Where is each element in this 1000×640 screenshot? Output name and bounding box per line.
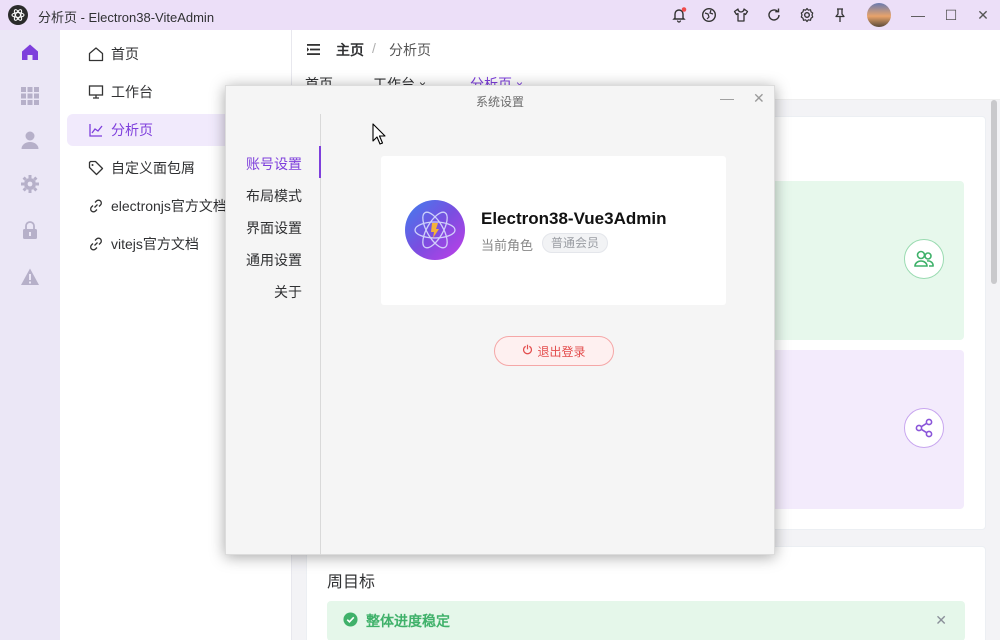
user-icon[interactable]	[19, 129, 41, 151]
home-icon[interactable]	[19, 41, 41, 63]
dialog-title: 系统设置	[226, 93, 774, 110]
close-button[interactable]: ✕	[973, 5, 993, 25]
icon-rail	[0, 30, 60, 640]
profile-name: Electron38-Vue3Admin	[481, 209, 666, 229]
top-bar: 主页 / 分析页	[292, 30, 1000, 66]
shirt-icon[interactable]	[732, 6, 750, 24]
menu-item-label: 自定义面包屑	[111, 158, 195, 178]
alert-close-icon[interactable]: ✕	[935, 612, 947, 629]
gear-icon[interactable]	[798, 6, 816, 24]
breadcrumb-current: 分析页	[389, 40, 431, 60]
alert-text: 整体进度稳定	[366, 611, 450, 631]
scrollbar[interactable]	[991, 100, 997, 284]
menu-toggle-icon[interactable]	[307, 42, 320, 58]
dialog-minimize-button[interactable]: —	[720, 90, 734, 106]
menu-item-label: 首页	[111, 44, 139, 64]
dialog-nav-general[interactable]: 通用设置	[246, 250, 302, 270]
logout-button[interactable]: 退出登录	[494, 336, 614, 366]
check-circle-icon	[343, 612, 358, 630]
dialog-nav-layout[interactable]: 布局模式	[246, 186, 302, 206]
share-icon	[904, 408, 944, 448]
weekly-goal-title: 周目标	[327, 568, 375, 592]
dialog-nav-about[interactable]: 关于	[274, 282, 302, 302]
mouse-cursor-icon	[372, 123, 386, 148]
profile-avatar	[405, 200, 465, 260]
globe-icon[interactable]	[700, 6, 718, 24]
refresh-icon[interactable]	[765, 6, 783, 24]
home-icon	[87, 45, 105, 63]
title-bar: 分析页 - Electron38-ViteAdmin — ☐ ✕	[0, 0, 1000, 30]
profile-role-badge: 普通会员	[542, 233, 608, 253]
app-logo-icon	[8, 5, 28, 25]
breadcrumb-root[interactable]: 主页	[336, 40, 364, 60]
dialog-close-button[interactable]: ✕	[753, 90, 765, 107]
monitor-icon	[87, 83, 105, 101]
users-icon	[904, 239, 944, 279]
lock-icon[interactable]	[19, 219, 41, 241]
dialog-nav: 账号设置 布局模式 界面设置 通用设置 关于	[226, 114, 321, 555]
bell-icon[interactable]	[670, 6, 688, 24]
logout-label: 退出登录	[537, 343, 585, 360]
progress-alert: 整体进度稳定 ✕	[327, 601, 965, 640]
link-icon	[87, 235, 105, 253]
minimize-button[interactable]: —	[908, 5, 928, 25]
chart-line-icon	[87, 121, 105, 139]
settings-dialog: 系统设置 — ✕ 账号设置 布局模式 界面设置 通用设置 关于 Electron…	[225, 85, 775, 555]
tag-icon	[87, 159, 105, 177]
pin-icon[interactable]	[831, 6, 849, 24]
menu-item-home[interactable]: 首页	[67, 38, 292, 70]
dialog-nav-account[interactable]: 账号设置	[246, 154, 302, 174]
menu-item-label: 分析页	[111, 120, 153, 140]
grid-icon[interactable]	[19, 85, 41, 107]
warning-icon[interactable]	[19, 266, 41, 288]
profile-card: Electron38-Vue3Admin 当前角色 普通会员	[381, 156, 726, 305]
profile-role-label: 当前角色	[481, 235, 533, 254]
maximize-button[interactable]: ☐	[941, 5, 961, 25]
menu-item-label: vitejs官方文档	[111, 234, 199, 254]
menu-item-label: 工作台	[111, 82, 153, 102]
menu-item-label: electronjs官方文档	[111, 196, 227, 216]
nav-active-indicator	[319, 146, 321, 178]
gear-icon[interactable]	[19, 173, 41, 195]
dialog-header[interactable]: 系统设置 — ✕	[226, 86, 774, 114]
dialog-nav-interface[interactable]: 界面设置	[246, 218, 302, 238]
weekly-goal-card: 周目标 整体进度稳定 ✕	[306, 546, 986, 640]
user-avatar[interactable]	[867, 3, 891, 27]
power-icon	[522, 344, 533, 358]
breadcrumb-separator: /	[372, 40, 376, 56]
link-icon	[87, 197, 105, 215]
window-title: 分析页 - Electron38-ViteAdmin	[38, 7, 214, 26]
